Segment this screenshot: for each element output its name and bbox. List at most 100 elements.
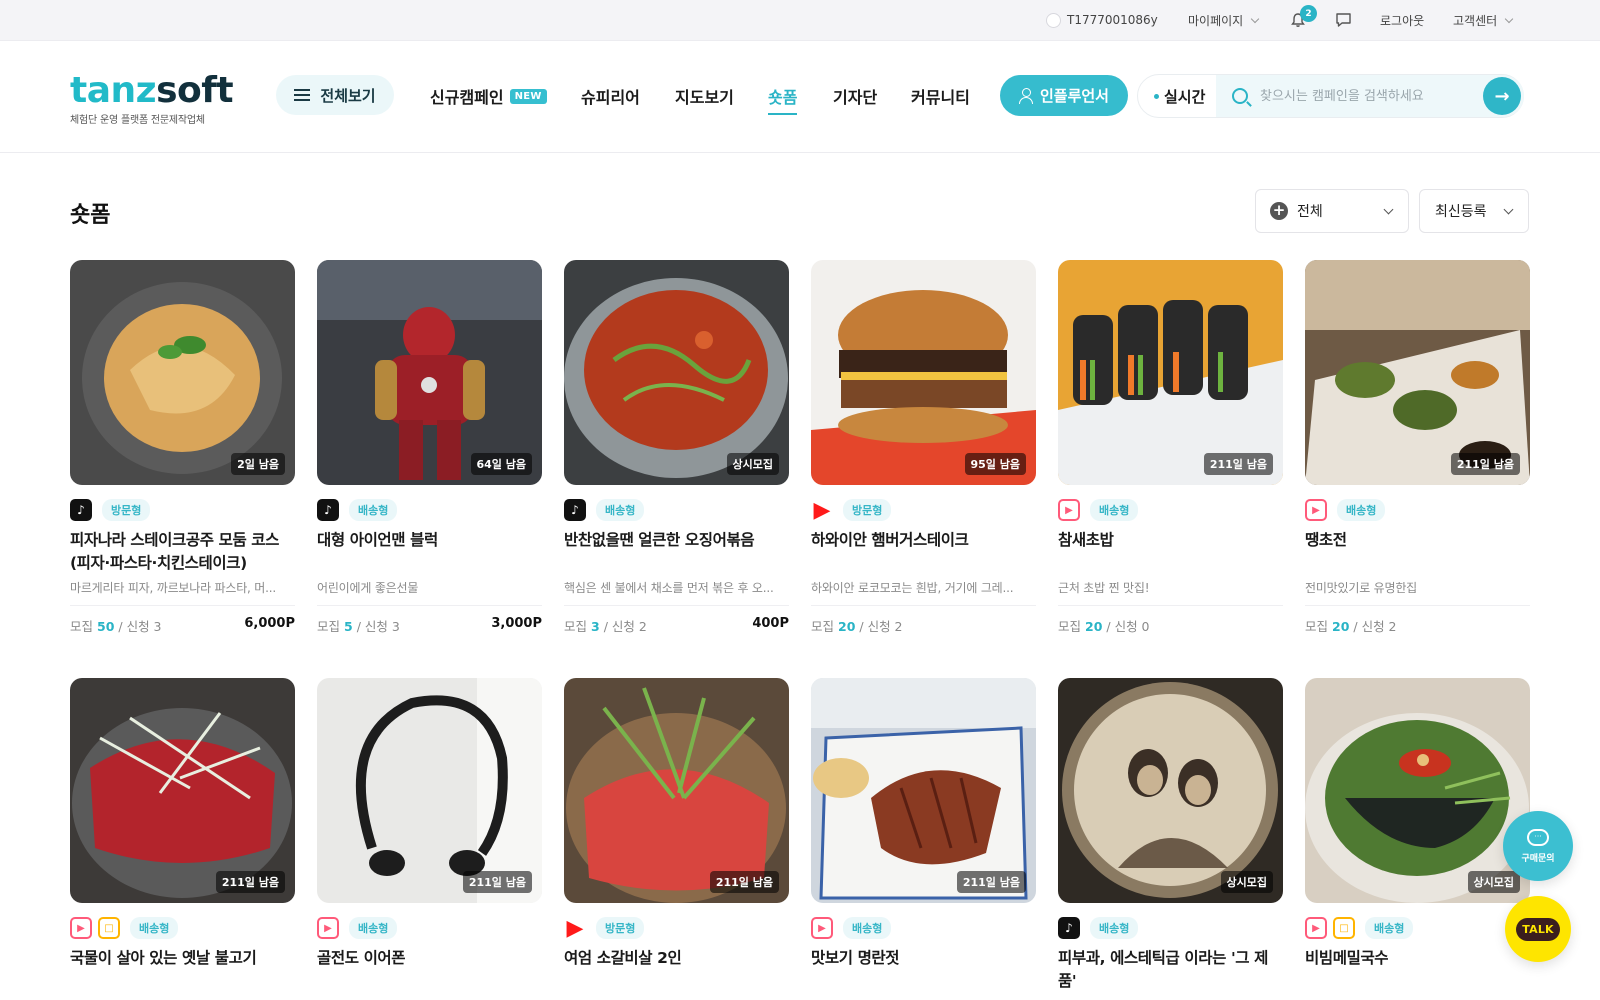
- menu-icon: [294, 89, 311, 101]
- customer-center-menu[interactable]: 고객센터: [1453, 0, 1514, 40]
- campaign-card[interactable]: 2일 남음 ♪ 방문형 피자나라 스테이크공주 모둠 코스(피자·파스타·치킨스…: [70, 260, 295, 635]
- days-left-badge: 64일 남음: [470, 453, 532, 475]
- campaign-title[interactable]: 피부과, 에스테틱급 이라는 '그 제품': [1058, 947, 1283, 993]
- customer-center-label: 고객센터: [1453, 13, 1498, 28]
- campaign-card[interactable]: 211일 남음 ▶ 배송형 땡초전전미맛있기로 유명한집 모집 20 / 신청 …: [1305, 260, 1530, 635]
- campaign-title[interactable]: 피자나라 스테이크공주 모둠 코스(피자·파스타·치킨스테이크): [70, 529, 295, 575]
- purchase-inquiry-button[interactable]: ··· 구매문의: [1503, 811, 1573, 881]
- campaign-thumbnail[interactable]: 211일 남음: [811, 678, 1036, 903]
- recruit-count: 20: [838, 619, 856, 634]
- thumbnail-image: [811, 678, 1036, 903]
- campaign-card[interactable]: 211일 남음 ▶ □ 배송형 국물이 살아 있는 옛날 불고기: [70, 678, 295, 993]
- campaign-thumbnail[interactable]: 상시모집: [1058, 678, 1283, 903]
- tiktok-icon: ♪: [317, 499, 339, 521]
- recruit-count: 20: [1332, 619, 1350, 634]
- campaign-tags: ▶ 방문형: [564, 916, 789, 941]
- campaign-title[interactable]: 비빔메밀국수: [1305, 947, 1530, 993]
- nav-shortform[interactable]: 숏폼: [768, 83, 798, 115]
- recruit-info: 모집 20 / 신청 2: [811, 619, 903, 634]
- mypage-menu[interactable]: 마이페이지: [1188, 0, 1260, 40]
- campaign-description: 하와이안 로코모코는 흰밥, 거기에 그레...: [811, 581, 1014, 595]
- campaign-stats: 모집 20 / 신청 2: [1305, 605, 1530, 635]
- nav-map-view[interactable]: 지도보기: [675, 83, 734, 109]
- chat-bubble-icon: ···: [1527, 828, 1549, 846]
- campaign-tags: ▶ □ 배송형: [70, 917, 295, 939]
- campaign-title[interactable]: 대형 아이언맨 블럭: [317, 529, 542, 575]
- campaign-card[interactable]: 상시모집 ▶ □ 배송형 비빔메밀국수: [1305, 678, 1530, 993]
- nav-superior[interactable]: 슈피리어: [581, 83, 640, 109]
- campaign-card[interactable]: 211일 남음 ▶ 배송형 골전도 이어폰: [317, 678, 542, 993]
- chevron-down-icon: [1504, 14, 1514, 23]
- campaign-tags: ▶ 방문형: [811, 498, 1036, 523]
- campaign-title[interactable]: 국물이 살아 있는 옛날 불고기: [70, 947, 295, 993]
- days-left-badge: 211일 남음: [1203, 453, 1273, 475]
- campaign-stats: 모집 20 / 신청 0: [1058, 605, 1283, 635]
- campaign-card[interactable]: 상시모집 ♪ 배송형 피부과, 에스테틱급 이라는 '그 제품': [1058, 678, 1283, 993]
- campaign-thumbnail[interactable]: 상시모집: [564, 260, 789, 485]
- sort-select[interactable]: 최신등록: [1419, 189, 1529, 233]
- realtime-toggle[interactable]: 실시간: [1154, 75, 1205, 117]
- campaign-thumbnail[interactable]: 2일 남음: [70, 260, 295, 485]
- person-icon: [1018, 88, 1033, 104]
- nav-new-campaign[interactable]: 신규캠페인 NEW: [430, 83, 547, 109]
- campaign-title[interactable]: 땡초전: [1305, 529, 1530, 575]
- instagram-reels-icon: ▶: [317, 917, 339, 939]
- campaign-card[interactable]: 211일 남음 ▶ 방문형 여엄 소갈비살 2인: [564, 678, 789, 993]
- nav-community[interactable]: 커뮤니티: [911, 83, 970, 109]
- days-left-badge: 상시모집: [1220, 871, 1273, 893]
- apply-count: / 신청 2: [603, 619, 647, 634]
- thumbnail-image: [70, 260, 295, 485]
- logo[interactable]: tanzsoft 체험단 운영 플랫폼 전문제작업체: [70, 73, 234, 127]
- campaign-title[interactable]: 여엄 소갈비살 2인: [564, 947, 789, 993]
- days-left-badge: 211일 남음: [709, 871, 779, 893]
- campaign-card[interactable]: 211일 남음 ▶ 배송형 참새초밥 근처 초밥 찐 맛집! 모집 20 / 신청…: [1058, 260, 1283, 635]
- campaign-tags: ♪ 배송형: [1058, 917, 1283, 939]
- campaign-thumbnail[interactable]: 211일 남음: [1058, 260, 1283, 485]
- logout-link[interactable]: 로그아웃: [1380, 0, 1424, 40]
- campaign-title[interactable]: 하와이안 햄버거스테이크: [811, 529, 1036, 575]
- campaign-thumbnail[interactable]: 211일 남음: [1305, 260, 1530, 485]
- recruit-info: 모집 20 / 신청 2: [1305, 619, 1397, 634]
- campaign-thumbnail[interactable]: 95일 남음: [811, 260, 1036, 485]
- campaign-card[interactable]: 64일 남음 ♪ 배송형 대형 아이언맨 블럭 어린이에게 좋은선물 모집 5 /…: [317, 260, 542, 635]
- user-id-label: T1777001086y: [1067, 13, 1158, 27]
- apply-count: / 신청 2: [1353, 619, 1397, 634]
- tiktok-icon: ♪: [1058, 917, 1080, 939]
- influencer-button[interactable]: 인플루언서: [1000, 75, 1128, 116]
- all-view-button[interactable]: 전체보기: [276, 75, 394, 115]
- campaign-card[interactable]: 211일 남음 ▶ 배송형 맛보기 명란젓: [811, 678, 1036, 993]
- recruit-info: 모집 20 / 신청 0: [1058, 619, 1150, 634]
- logo-tagline: 체험단 운영 플랫폼 전문제작업체: [70, 115, 205, 126]
- message-button[interactable]: [1335, 0, 1352, 40]
- search-input[interactable]: [1260, 88, 1480, 104]
- campaign-card[interactable]: 95일 남음 ▶ 방문형 하와이안 햄버거스테이크하와이안 로코모코는 흰밥, …: [811, 260, 1036, 635]
- instagram-reels-icon: ▶: [811, 917, 833, 939]
- campaign-description: 전미맛있기로 유명한집: [1305, 581, 1418, 595]
- campaign-thumbnail[interactable]: 211일 남음: [70, 678, 295, 903]
- notification-button[interactable]: 2: [1290, 0, 1317, 40]
- campaign-title[interactable]: 참새초밥: [1058, 529, 1283, 575]
- nav-reporters[interactable]: 기자단: [833, 83, 877, 109]
- campaign-thumbnail[interactable]: 상시모집: [1305, 678, 1530, 903]
- campaign-type-badge: 배송형: [130, 917, 179, 939]
- campaign-title[interactable]: 골전도 이어폰: [317, 947, 542, 993]
- campaign-thumbnail[interactable]: 211일 남음: [317, 678, 542, 903]
- campaign-tags: ▶ 배송형: [811, 917, 1036, 939]
- naver-clip-icon: □: [1333, 917, 1355, 939]
- user-id[interactable]: T1777001086y: [1046, 0, 1158, 40]
- campaign-tags: ♪ 배송형: [564, 499, 789, 521]
- notification-count-badge: 2: [1300, 5, 1317, 22]
- days-left-badge: 상시모집: [726, 453, 779, 475]
- search-submit-button[interactable]: →: [1483, 77, 1521, 115]
- campaign-title[interactable]: 맛보기 명란젓: [811, 947, 1036, 993]
- arrow-right-icon: →: [1494, 85, 1510, 107]
- campaign-card[interactable]: 상시모집 ♪ 배송형 반찬없을땐 얼큰한 오징어볶음 핵심은 센 불에서 채소를 …: [564, 260, 789, 635]
- thumbnail-image: [564, 260, 789, 485]
- campaign-tags: ▶ 배송형: [1305, 499, 1530, 521]
- campaign-title[interactable]: 반찬없을땐 얼큰한 오징어볶음: [564, 529, 789, 575]
- category-filter-select[interactable]: + 전체: [1255, 189, 1409, 233]
- campaign-type-badge: 배송형: [349, 499, 398, 521]
- campaign-thumbnail[interactable]: 64일 남음: [317, 260, 542, 485]
- kakao-talk-button[interactable]: TALK: [1505, 896, 1571, 962]
- campaign-thumbnail[interactable]: 211일 남음: [564, 678, 789, 903]
